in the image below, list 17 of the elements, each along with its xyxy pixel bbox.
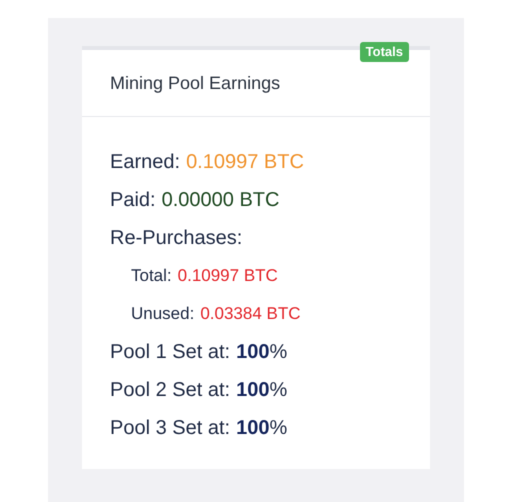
- line-label: Unused:: [131, 303, 194, 326]
- card-title: Mining Pool Earnings: [110, 72, 280, 95]
- line-label: Paid:: [110, 188, 156, 213]
- line-label: Pool 2 Set at:: [110, 378, 230, 403]
- totals-badge: Totals: [360, 42, 409, 62]
- btc-amount: 0.03384 BTC: [200, 303, 301, 326]
- line-label: Pool 3 Set at:: [110, 416, 230, 441]
- line-label: Pool 1 Set at:: [110, 340, 230, 365]
- btc-amount: 0.10997 BTC: [178, 265, 278, 288]
- percent-value: 100%: [236, 340, 288, 365]
- percent-value: 100%: [236, 416, 288, 441]
- btc-amount: 0.00000 BTC: [162, 188, 280, 213]
- percent-value: 100%: [236, 378, 288, 403]
- line-label: Earned:: [110, 150, 180, 175]
- line-label: Total:: [131, 265, 172, 288]
- btc-amount: 0.10997 BTC: [186, 150, 304, 175]
- line-label: Re-Purchases:: [110, 226, 242, 251]
